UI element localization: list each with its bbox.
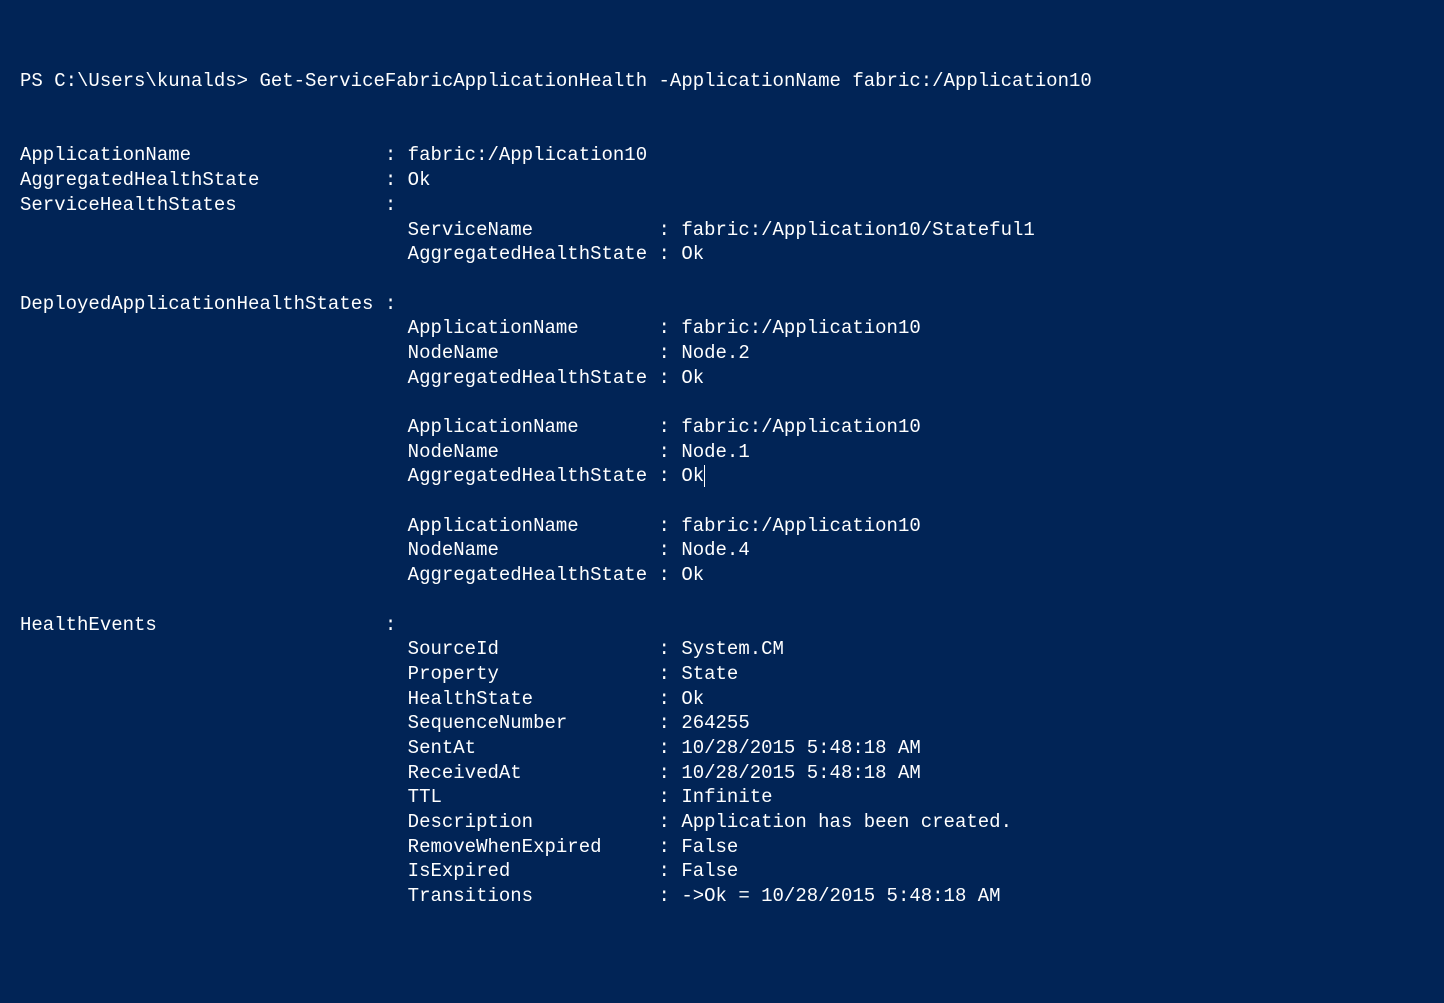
- output-line: RemoveWhenExpired :: [20, 836, 681, 858]
- text-cursor: [704, 465, 705, 487]
- output-value: Ok: [681, 243, 704, 265]
- output-value: Node.2: [681, 342, 749, 364]
- output-line: ApplicationName :: [20, 144, 408, 166]
- output-value: fabric:/Application10/Stateful1: [681, 219, 1034, 241]
- output-value: fabric:/Application10: [681, 317, 920, 339]
- output-value: Ok: [681, 688, 704, 710]
- output-line: [20, 268, 408, 290]
- output-line: ServiceHealthStates :: [20, 194, 408, 216]
- output-line: [20, 391, 408, 413]
- output-value: Node.1: [681, 441, 749, 463]
- output-line: ApplicationName :: [20, 416, 681, 438]
- output-value: ->Ok = 10/28/2015 5:48:18 AM: [681, 885, 1000, 907]
- output-line: Description :: [20, 811, 681, 833]
- output-line: TTL :: [20, 786, 681, 808]
- output-value: fabric:/Application10: [681, 416, 920, 438]
- output-line: HealthEvents :: [20, 614, 408, 636]
- output-line: AggregatedHealthState :: [20, 169, 408, 191]
- output-line: NodeName :: [20, 539, 681, 561]
- output-line: SentAt :: [20, 737, 681, 759]
- output-line: ReceivedAt :: [20, 762, 681, 784]
- output-line: HealthState :: [20, 688, 681, 710]
- output-value: Ok: [681, 367, 704, 389]
- output-line: SourceId :: [20, 638, 681, 660]
- output-value: State: [681, 663, 738, 685]
- output-value: False: [681, 860, 738, 882]
- output-line: [20, 490, 408, 512]
- ps-prompt: PS C:\Users\kunalds>: [20, 70, 259, 92]
- output-value: Ok: [681, 465, 704, 487]
- output-value: False: [681, 836, 738, 858]
- output-value: Ok: [681, 564, 704, 586]
- output-line: [20, 589, 408, 611]
- output-value: Application has been created.: [681, 811, 1012, 833]
- output-value: fabric:/Application10: [681, 515, 920, 537]
- output-value: 10/28/2015 5:48:18 AM: [681, 762, 920, 784]
- output-line: SequenceNumber :: [20, 712, 681, 734]
- terminal-output: PS C:\Users\kunalds> Get-ServiceFabricAp…: [20, 69, 1424, 908]
- output-line: DeployedApplicationHealthStates :: [20, 293, 408, 315]
- output-line: ServiceName :: [20, 219, 681, 241]
- command-text: Get-ServiceFabricApplicationHealth -Appl…: [259, 70, 1091, 92]
- output-line: ApplicationName :: [20, 515, 681, 537]
- output-value: System.CM: [681, 638, 784, 660]
- output-line: AggregatedHealthState :: [20, 243, 681, 265]
- output-line: ApplicationName :: [20, 317, 681, 339]
- output-line: IsExpired :: [20, 860, 681, 882]
- output-line: AggregatedHealthState :: [20, 465, 681, 487]
- output-line: NodeName :: [20, 441, 681, 463]
- output-line: AggregatedHealthState :: [20, 564, 681, 586]
- output-value: 10/28/2015 5:48:18 AM: [681, 737, 920, 759]
- output-line: AggregatedHealthState :: [20, 367, 681, 389]
- output-value: Infinite: [681, 786, 772, 808]
- output-value: Ok: [408, 169, 431, 191]
- output-line: Transitions :: [20, 885, 681, 907]
- output-line: NodeName :: [20, 342, 681, 364]
- output-value: 264255: [681, 712, 749, 734]
- output-line: Property :: [20, 663, 681, 685]
- output-value: fabric:/Application10: [408, 144, 647, 166]
- output-value: Node.4: [681, 539, 749, 561]
